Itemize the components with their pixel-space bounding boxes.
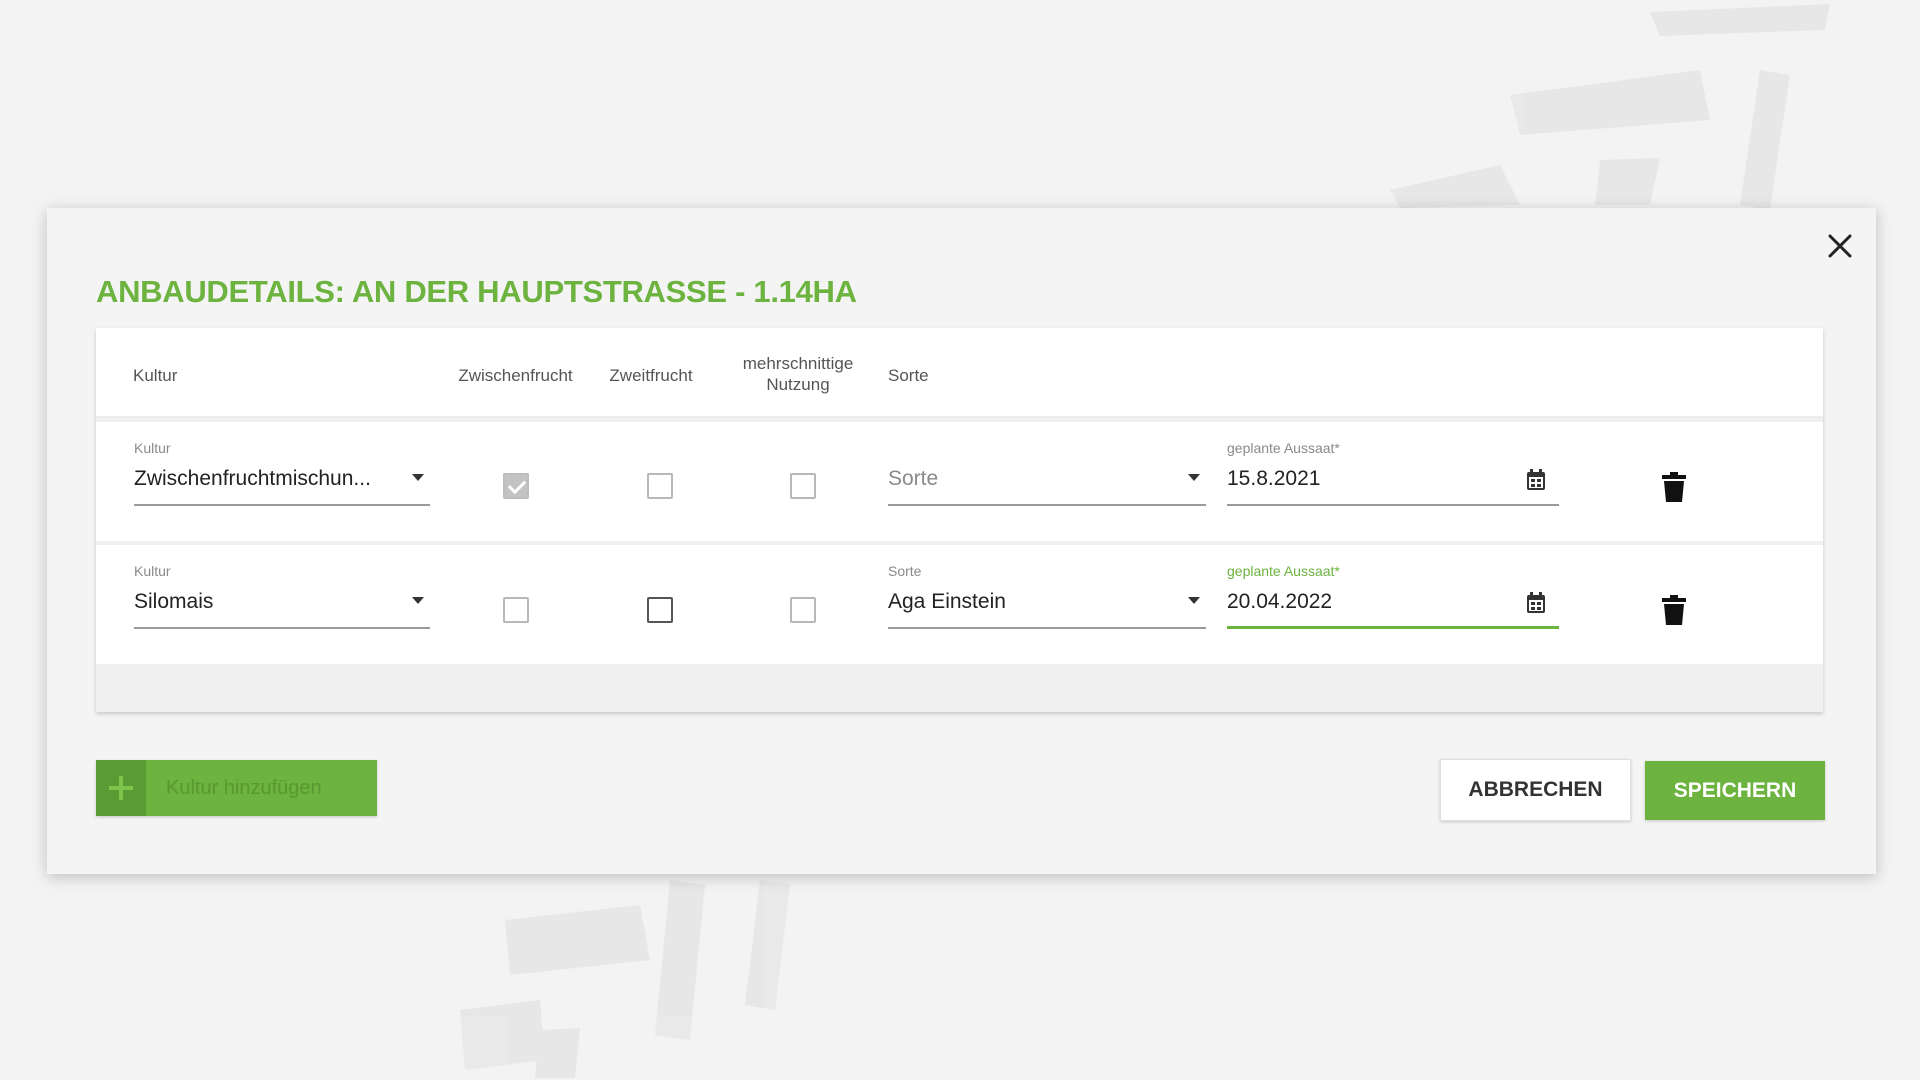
zwischenfrucht-checkbox[interactable]	[503, 473, 529, 499]
sorte-field-value: Sorte	[888, 467, 939, 490]
table-row: Kultur Zwischenfruchtmischun... Sorte ge…	[96, 422, 1823, 541]
mehrschnittige-checkbox[interactable]	[790, 597, 816, 623]
header-mehrschnittige-line1: mehrschnittige	[742, 354, 854, 373]
zwischenfrucht-checkbox[interactable]	[503, 597, 529, 623]
close-icon	[1828, 234, 1852, 258]
chevron-down-icon	[1188, 474, 1200, 481]
aussaat-field-label: geplante Aussaat*	[1227, 440, 1340, 456]
sorte-select[interactable]: Sorte Aga Einstein	[888, 563, 1206, 629]
kultur-field-label: Kultur	[134, 563, 171, 579]
mehrschnittige-checkbox[interactable]	[790, 473, 816, 499]
add-kultur-button[interactable]: Kultur hinzufügen	[96, 760, 377, 816]
plus-icon	[96, 760, 146, 816]
zweitfrucht-checkbox[interactable]	[647, 597, 673, 623]
header-zweitfrucht: Zweitfrucht	[609, 366, 693, 385]
field-underline	[888, 504, 1206, 506]
trash-icon[interactable]	[1662, 472, 1686, 502]
sorte-field-label: Sorte	[888, 563, 922, 579]
header-sorte: Sorte	[888, 366, 929, 385]
aussaat-field-value: 15.8.2021	[1227, 467, 1321, 490]
cancel-button[interactable]: ABBRECHEN	[1440, 759, 1631, 821]
header-zwischenfrucht: Zwischenfrucht	[458, 366, 573, 385]
chevron-down-icon	[412, 597, 424, 604]
header-mehrschnittige-line2: Nutzung	[766, 375, 830, 394]
close-button[interactable]	[1820, 226, 1860, 266]
chevron-down-icon	[1188, 597, 1200, 604]
calendar-icon[interactable]	[1525, 591, 1547, 615]
field-underline	[134, 627, 430, 629]
field-underline	[1227, 504, 1559, 506]
aussaat-field-value: 20.04.2022	[1227, 590, 1333, 613]
kultur-field-label: Kultur	[134, 440, 171, 456]
chevron-down-icon	[412, 474, 424, 481]
field-underline-focused	[1227, 626, 1559, 629]
header-kultur: Kultur	[133, 366, 178, 385]
table-header: Kultur Zwischenfrucht Zweitfrucht mehrsc…	[96, 328, 1823, 418]
sorte-field-value: Aga Einstein	[888, 590, 1006, 613]
zweitfrucht-checkbox[interactable]	[647, 473, 673, 499]
anbaudetails-dialog: ANBAUDETAILS: AN DER HAUPTSTRASSE - 1.14…	[47, 208, 1876, 874]
calendar-icon[interactable]	[1525, 468, 1547, 492]
field-underline	[888, 627, 1206, 629]
save-button[interactable]: SPEICHERN	[1645, 761, 1825, 820]
table-row: Kultur Silomais Sorte Aga Einstein gepla…	[96, 545, 1823, 664]
kultur-select[interactable]: Kultur Silomais	[134, 563, 430, 629]
dialog-title: ANBAUDETAILS: AN DER HAUPTSTRASSE - 1.14…	[96, 274, 857, 309]
aussaat-field-label: geplante Aussaat*	[1227, 563, 1340, 579]
aussaat-date-field[interactable]: geplante Aussaat* 20.04.2022	[1227, 563, 1559, 629]
crop-table: Kultur Zwischenfrucht Zweitfrucht mehrsc…	[96, 328, 1823, 712]
field-underline	[134, 504, 430, 506]
add-kultur-label: Kultur hinzufügen	[166, 776, 322, 799]
kultur-field-value: Zwischenfruchtmischun...	[134, 467, 371, 490]
kultur-select[interactable]: Kultur Zwischenfruchtmischun...	[134, 440, 430, 506]
sorte-select[interactable]: Sorte	[888, 440, 1206, 506]
trash-icon[interactable]	[1662, 595, 1686, 625]
header-mehrschnittige-nutzung: mehrschnittige Nutzung	[723, 353, 873, 395]
aussaat-date-field[interactable]: geplante Aussaat* 15.8.2021	[1227, 440, 1559, 506]
kultur-field-value: Silomais	[134, 590, 214, 613]
